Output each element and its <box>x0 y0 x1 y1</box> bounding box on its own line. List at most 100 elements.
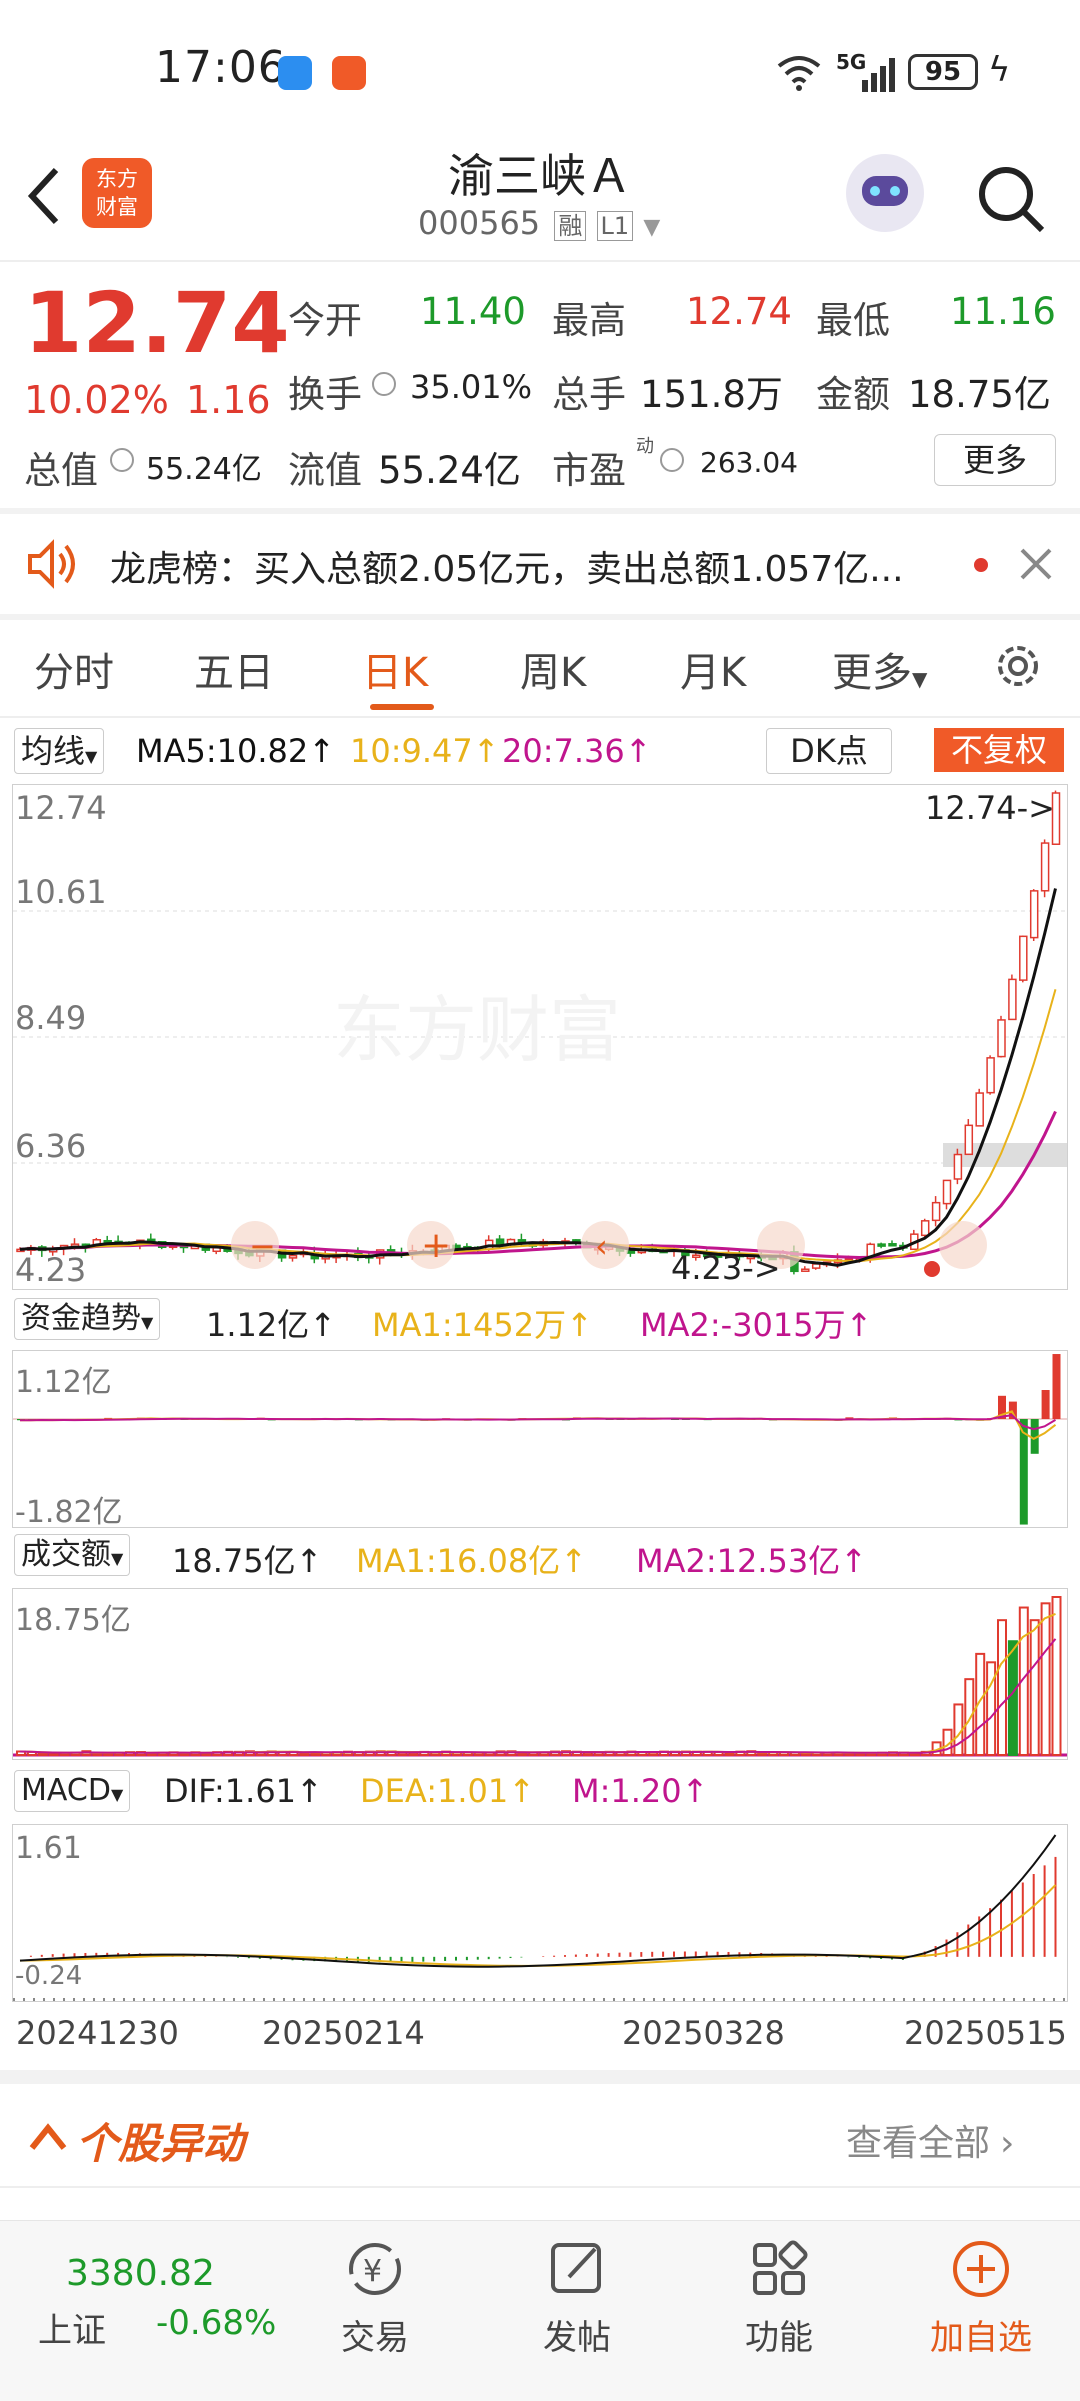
info-icon[interactable] <box>110 448 134 472</box>
candle-body <box>986 1057 995 1094</box>
index-widget[interactable]: 3380.82 上证 -0.68% <box>0 2221 290 2401</box>
fund-trend-selector[interactable]: 资金趋势▼ <box>14 1298 161 1340</box>
volume-bar <box>757 1752 768 1757</box>
macd-selector[interactable]: MACD▼ <box>14 1770 131 1812</box>
float-cap-value: 55.24亿 <box>378 449 521 492</box>
volume-bar <box>1029 1619 1040 1756</box>
index-name: 上证 <box>38 2311 106 2351</box>
fund-trend-ma2: MA2:-3015万↑ <box>640 1306 873 1344</box>
chevron-left-icon: ‹ <box>595 1227 608 1265</box>
candle-body <box>975 1092 984 1127</box>
tab-weekly-k[interactable]: 周K <box>520 640 586 698</box>
fund-bars <box>17 1354 1061 1525</box>
candle-body <box>1019 935 1028 981</box>
settings-gear-icon[interactable] <box>990 638 1046 694</box>
float-cap-label: 流值 <box>288 449 362 492</box>
nav-trade-label: 交易 <box>341 2318 409 2358</box>
tab-intraday[interactable]: 分时 <box>34 640 114 698</box>
price-axis-label: 12.74 <box>15 789 107 827</box>
tab-monthly-k[interactable]: 月K <box>680 640 746 698</box>
section-gap <box>0 2070 1080 2084</box>
ma20-line <box>19 1110 1057 1260</box>
volume-bar <box>582 1751 593 1756</box>
caret-down-icon: ▼ <box>111 1549 124 1568</box>
fund-trend-svg <box>13 1354 1067 1525</box>
fund-trend-chart[interactable]: 1.12亿 -1.82亿 <box>12 1350 1068 1530</box>
nav-post[interactable]: 发帖 <box>502 2237 652 2359</box>
volume-selector-label: 成交额 <box>21 1537 111 1572</box>
macd-selector-label: MACD <box>21 1773 111 1808</box>
active-tab-indicator <box>370 704 434 710</box>
anomaly-section-title: 个股异动 <box>76 2119 245 2168</box>
unread-dot <box>974 558 988 572</box>
volume-bar <box>48 1752 59 1757</box>
volume-bar <box>1007 1640 1018 1757</box>
info-icon[interactable] <box>372 372 396 396</box>
date-axis-label: 20250328 <box>622 2014 785 2052</box>
watermark: 东方财富 <box>333 988 621 1072</box>
close-icon[interactable] <box>1018 546 1054 582</box>
dk-point-label: DK点 <box>790 732 868 770</box>
fund-trend-value: 1.12亿↑ <box>206 1306 337 1344</box>
divider <box>0 260 1080 262</box>
volume-value: 151.8万 <box>640 373 783 416</box>
volume-svg <box>13 1596 1067 1757</box>
pe-label: 市盈 <box>552 449 626 492</box>
news-ticker[interactable]: 龙虎榜：买入总额2.05亿元，卖出总额1.057亿... <box>110 540 940 592</box>
change-amount: 1.16 <box>186 378 271 422</box>
grid-icon <box>753 2240 808 2295</box>
adjust-toggle[interactable]: 不复权 <box>934 728 1064 772</box>
bottom-nav: 3380.82 上证 -0.68% ¥ 交易 发帖 功能 加自选 <box>0 2220 1080 2401</box>
candle-body <box>1040 842 1050 892</box>
low-price-marker: 4.23-> <box>671 1249 781 1287</box>
view-all-link[interactable]: 查看全部 › <box>846 2114 1014 2166</box>
volume-axis-top: 18.75亿 <box>15 1603 131 1638</box>
more-button[interactable]: 更多 <box>934 434 1056 486</box>
nav-function[interactable]: 功能 <box>704 2237 854 2359</box>
fund-ma1-line <box>20 1410 1057 1440</box>
candle-body <box>964 1124 974 1156</box>
index-value: 3380.82 <box>66 2253 215 2294</box>
nav-add-watchlist-label: 加自选 <box>930 2318 1032 2358</box>
anomaly-section-header[interactable]: 个股异动 查看全部 › <box>0 2092 1080 2184</box>
stock-code-row[interactable]: 000565 融 L1 ▼ <box>418 204 660 242</box>
tab-more[interactable]: 更多▼ <box>832 640 927 698</box>
scroll-right-circle[interactable] <box>939 1221 987 1269</box>
tab-daily-k[interactable]: 日K <box>362 640 428 698</box>
charging-icon: ϟ <box>988 50 1011 90</box>
date-axis-label: 20250515 <box>904 2014 1067 2052</box>
macd-chart[interactable]: 1.61 -0.24 <box>12 1824 1068 2002</box>
macd-m: M:1.20↑ <box>572 1772 709 1810</box>
tab-five-day[interactable]: 五日 <box>194 640 274 698</box>
ma20-value: 20:7.36↑ <box>502 732 652 770</box>
ma-selector[interactable]: 均线▼ <box>14 728 105 774</box>
open-label: 今开 <box>288 299 362 342</box>
market-cap-label: 总值 <box>24 449 98 492</box>
candle-body <box>1029 890 1039 939</box>
volume-bar <box>964 1678 975 1756</box>
volume-bar <box>724 1752 735 1756</box>
date-axis-label: 20241230 <box>16 2014 179 2052</box>
volume-selector[interactable]: 成交额▼ <box>14 1534 131 1576</box>
info-icon[interactable] <box>660 448 684 472</box>
price-axis-label: 6.36 <box>15 1127 87 1165</box>
dk-point-button[interactable]: DK点 <box>766 728 892 774</box>
nav-add-watchlist[interactable]: 加自选 <box>906 2237 1056 2359</box>
view-all-label: 查看全部 <box>846 2123 991 2164</box>
pe-value: 263.04 <box>700 446 798 479</box>
volume-chart[interactable]: 18.75亿 <box>12 1588 1068 1760</box>
chevron-up-icon <box>29 2123 67 2150</box>
level-badge: L1 <box>596 211 634 241</box>
svg-text:¥: ¥ <box>363 2254 382 2289</box>
amount-label: 金额 <box>816 373 890 416</box>
nav-trade[interactable]: ¥ 交易 <box>300 2237 450 2359</box>
kline-chart[interactable]: 东方财富 − + ‹ 12.74 10.61 8.49 6.36 4.23 12… <box>12 784 1068 1290</box>
price-axis-label: 4.23 <box>15 1251 87 1289</box>
fund-bar <box>1052 1354 1061 1419</box>
high-label: 最高 <box>552 299 626 342</box>
caret-down-icon: ▼ <box>85 747 98 766</box>
signal-icon <box>862 58 895 92</box>
candle-body <box>942 1179 952 1205</box>
volume-bar <box>1051 1596 1062 1756</box>
battery-level: 95 <box>924 57 962 87</box>
